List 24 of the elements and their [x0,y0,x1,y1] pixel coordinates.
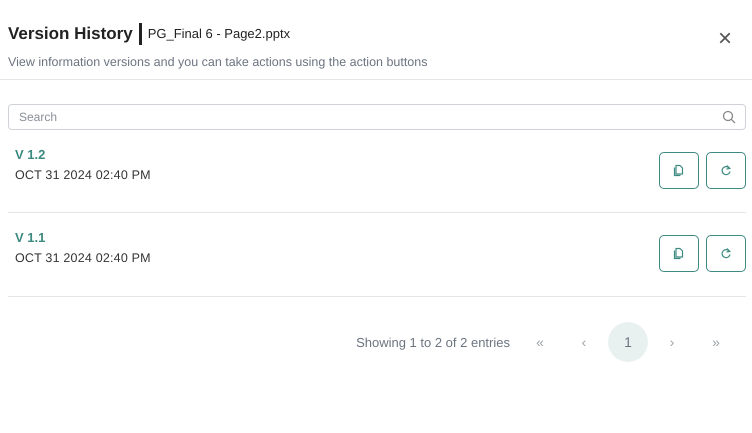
version-date: OCT 31 2024 02:40 PM [15,168,151,182]
search-icon [722,110,736,124]
restore-button[interactable] [706,235,746,272]
close-button[interactable]: × [718,25,732,53]
page-button[interactable]: 1 [608,322,648,362]
previous-page-button[interactable]: ‹ [564,322,604,362]
dialog-subtitle: View information versions and you can take actions using the action buttons [8,54,428,68]
entries-summary: Showing 1 to 2 of 2 entries [356,334,510,350]
version-date: OCT 31 2024 02:40 PM [15,251,151,265]
refresh-icon [720,164,732,177]
restore-button[interactable] [706,152,746,189]
next-page-button[interactable]: › [652,322,692,362]
version-label: V 1.2 [15,147,46,162]
last-page-button[interactable]: » [696,322,736,362]
first-page-button[interactable]: « [520,322,560,362]
search-field[interactable]: Search [8,104,746,130]
version-label: V 1.1 [15,230,46,245]
dialog-title: Version History [8,22,142,44]
copy-icon [673,247,685,260]
copy-button[interactable] [659,235,699,272]
copy-button[interactable] [659,152,699,189]
copy-icon [673,164,685,177]
refresh-icon [720,247,732,260]
file-name: PG_Final 6 - Page2.pptx [148,26,290,41]
